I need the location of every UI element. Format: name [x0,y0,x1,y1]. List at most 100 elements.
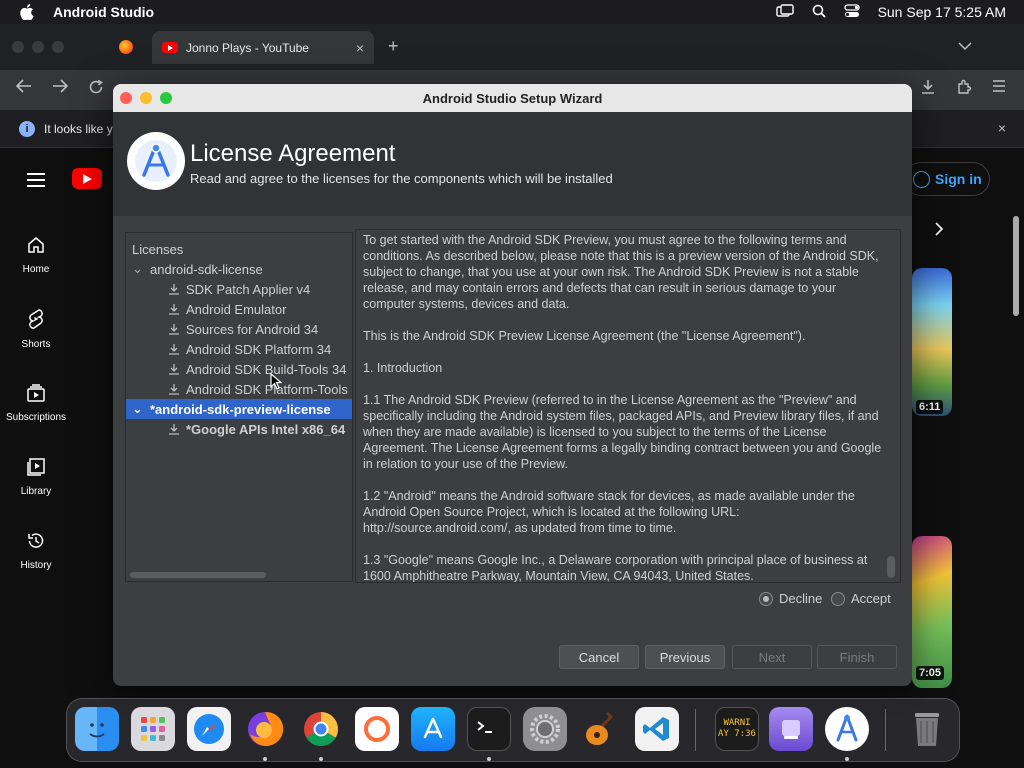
back-arrow-icon[interactable] [15,79,32,98]
console-dock-icon[interactable]: WARNI AY 7:36 [715,707,759,751]
license-paragraph: 1.3 "Google" means Google Inc., a Delawa… [363,553,868,582]
nav-item-home[interactable]: Home [0,218,72,292]
sign-in-label: Sign in [935,171,982,187]
info-icon: i [19,121,35,137]
firefox-dock-icon[interactable] [243,707,287,751]
app-store-dock-icon[interactable] [411,707,455,751]
tree-node-android-sdk-license[interactable]: ⌄ android-sdk-license [126,259,352,279]
trash-dock-icon[interactable] [905,707,949,751]
firefox-tab-icon[interactable] [119,40,133,54]
tab-close-icon[interactable]: × [356,40,364,56]
tree-leaf[interactable]: Android SDK Platform 34 [126,339,352,359]
info-bar-close-icon[interactable]: × [998,120,1006,136]
browser-menu-icon[interactable] [992,79,1006,98]
new-tab-button[interactable]: + [388,36,399,57]
tree-leaf-label: Android Emulator [186,301,287,317]
tree-leaf-label: Android SDK Platform-Tools [186,381,348,397]
tree-leaf[interactable]: *Google APIs Intel x86_64 [126,419,352,439]
safari-dock-icon[interactable] [187,707,231,751]
launchpad-dock-icon[interactable] [131,707,175,751]
android-studio-dock-icon[interactable] [825,707,869,751]
license-paragraph: 1.2 "Android" means the Android software… [363,489,855,535]
running-indicator [487,757,491,761]
tree-leaf[interactable]: SDK Patch Applier v4 [126,279,352,299]
tree-leaf[interactable]: Android SDK Platform-Tools [126,379,352,399]
sign-in-button[interactable]: Sign in [904,162,990,196]
minimize-window-button[interactable] [140,92,152,104]
tree-leaf[interactable]: Android SDK Build-Tools 34 [126,359,352,379]
tree-root[interactable]: Licenses [126,239,352,259]
nav-item-library[interactable]: Library [0,440,72,514]
extensions-icon[interactable] [956,79,972,100]
podman-dock-icon[interactable] [769,707,813,751]
expand-chevron-icon[interactable]: ⌄ [132,401,150,417]
nav-item-history[interactable]: History [0,514,72,588]
decline-radio[interactable]: Decline [759,591,822,606]
system-settings-dock-icon[interactable] [523,707,567,751]
download-icon [168,423,180,435]
menu-bar-clock[interactable]: Sun Sep 17 5:25 AM [878,4,1006,20]
active-app-name[interactable]: Android Studio [53,4,154,20]
postman-dock-icon[interactable] [355,707,399,751]
reload-icon[interactable] [88,79,104,100]
radio-indicator[interactable] [759,591,773,606]
next-button[interactable]: Next [732,645,812,669]
license-paragraph: 1. Introduction [363,361,443,375]
cancel-button[interactable]: Cancel [559,645,639,669]
finder-dock-icon[interactable] [75,707,119,751]
close-window-button[interactable] [120,92,132,104]
video-duration-badge: 7:05 [916,666,945,680]
nav-item-shorts[interactable]: Shorts [0,292,72,366]
nav-item-subscriptions[interactable]: Subscriptions [0,366,72,440]
nav-item-label: Shorts [21,339,51,350]
macos-menu-bar: Android Studio Sun Sep 17 5:25 AM [0,0,1024,24]
radio-indicator[interactable] [831,591,845,606]
license-text-area[interactable]: To get started with the Android SDK Prev… [357,229,900,582]
license-vertical-scrollbar[interactable] [887,556,895,578]
nav-item-label: History [20,560,52,571]
tree-horizontal-scrollbar[interactable] [130,572,266,578]
running-indicator [319,757,323,761]
license-tree[interactable]: Licenses ⌄ android-sdk-license SDK Patch… [125,232,353,582]
chrome-dock-icon[interactable] [299,707,343,751]
info-bar-text: It looks like y [44,122,113,136]
license-paragraph: To get started with the Android SDK Prev… [363,233,879,311]
youtube-logo-icon[interactable] [72,168,102,189]
mouse-pointer-icon [270,372,283,396]
control-center-icon[interactable] [843,3,860,21]
zoom-window-button[interactable] [160,92,172,104]
video-thumbnail[interactable] [912,268,952,416]
browser-tab-youtube[interactable]: Jonno Plays - YouTube × [152,31,374,64]
license-paragraph: This is the Android SDK Preview License … [363,329,806,343]
spotlight-search-icon[interactable] [812,4,826,21]
finish-button[interactable]: Finish [817,645,897,669]
tree-leaf-label: *Google APIs Intel x86_64 [186,421,346,437]
browser-minimize-dot[interactable] [32,41,44,53]
forward-arrow-icon[interactable] [52,79,69,98]
apple-menu-icon[interactable] [16,1,38,23]
previous-button[interactable]: Previous [645,645,725,669]
accept-radio[interactable]: Accept [831,591,891,606]
vscode-dock-icon[interactable] [635,707,679,751]
browser-close-dot[interactable] [12,41,24,53]
chips-next-arrow-icon[interactable] [934,222,944,241]
tree-leaf[interactable]: Sources for Android 34 [126,319,352,339]
screen-mirroring-icon[interactable] [775,3,794,21]
guide-menu-icon[interactable] [27,173,45,187]
garageband-dock-icon[interactable] [579,707,623,751]
downloads-icon[interactable] [920,79,936,100]
download-icon [168,283,180,295]
tree-node-android-sdk-preview-license[interactable]: ⌄ *android-sdk-preview-license [126,399,352,419]
download-icon [168,303,180,315]
history-icon [26,531,46,560]
dialog-title: Android Studio Setup Wizard [422,90,603,106]
browser-zoom-dot[interactable] [52,41,64,53]
page-scrollbar[interactable] [1013,216,1019,316]
terminal-dock-icon[interactable] [467,707,511,751]
nav-item-label: Library [20,486,52,497]
download-icon [168,383,180,395]
tree-leaf[interactable]: Android Emulator [126,299,352,319]
tab-list-chevron-icon[interactable] [958,38,972,54]
dialog-title-bar[interactable]: Android Studio Setup Wizard [113,84,912,112]
expand-chevron-icon[interactable]: ⌄ [132,261,150,277]
